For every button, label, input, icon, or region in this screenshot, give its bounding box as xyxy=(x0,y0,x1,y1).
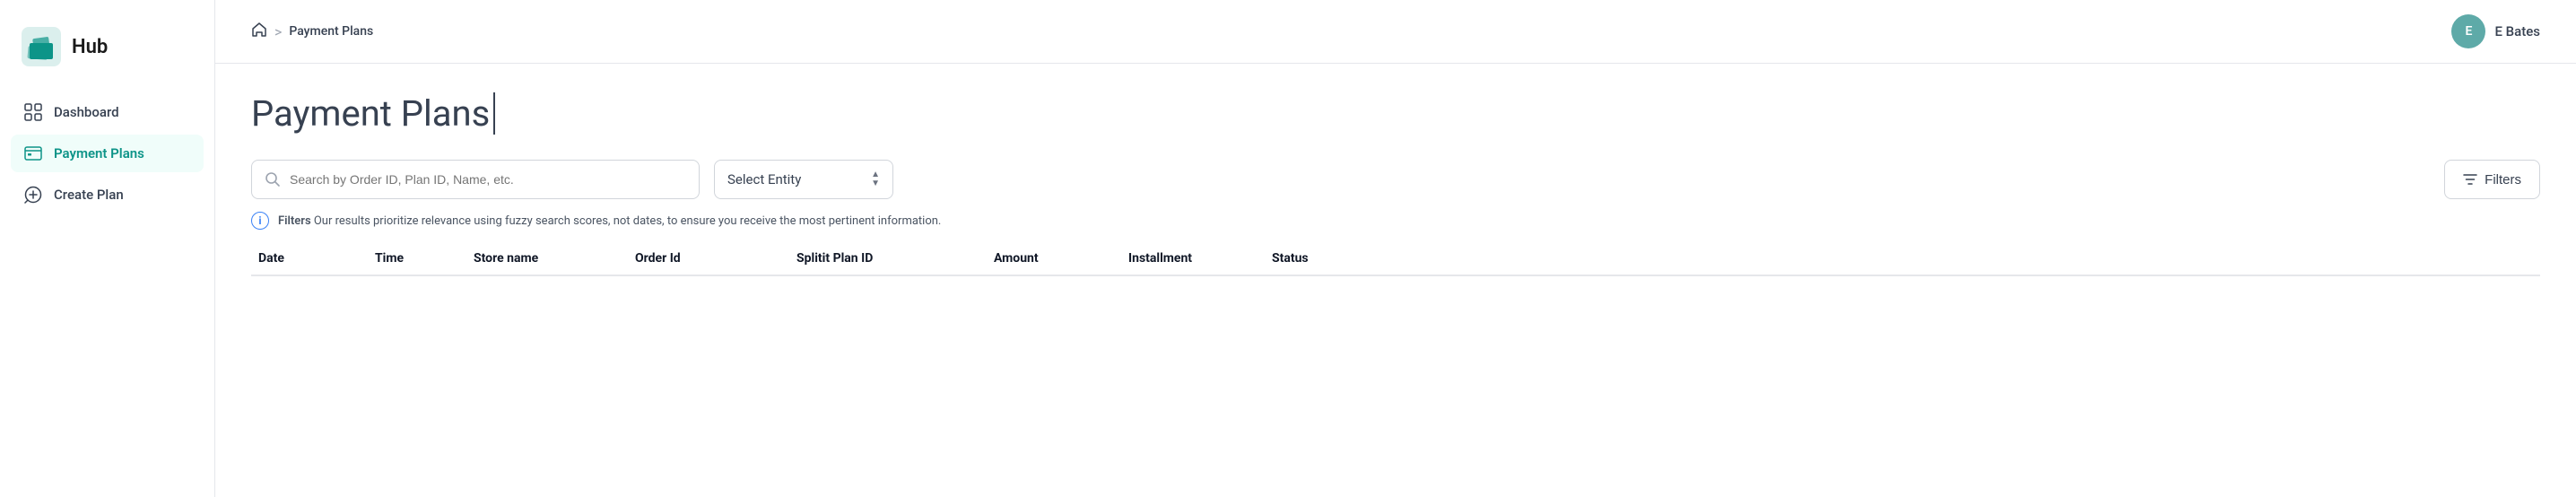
filters-button-label: Filters xyxy=(2485,172,2521,187)
filters-button[interactable]: Filters xyxy=(2444,160,2540,199)
breadcrumb-current: Payment Plans xyxy=(289,24,373,39)
topbar: > Payment Plans E E Bates xyxy=(215,0,2576,64)
th-splitit-plan-id: Splitit Plan ID xyxy=(789,251,987,266)
user-avatar: E xyxy=(2451,14,2485,48)
user-name: E Bates xyxy=(2494,23,2540,39)
th-order-id: Order Id xyxy=(628,251,789,266)
select-entity-label: Select Entity xyxy=(727,171,801,187)
th-status: Status xyxy=(1265,251,1372,266)
breadcrumb: > Payment Plans xyxy=(251,22,373,42)
sidebar-item-dashboard[interactable]: Dashboard xyxy=(11,93,204,131)
sidebar-nav: Dashboard Payment Plans xyxy=(0,93,214,214)
th-installment: Installment xyxy=(1121,251,1265,266)
chevron-updown-icon: ▲ ▼ xyxy=(871,170,880,188)
page-title: Payment Plans xyxy=(251,92,495,135)
search-input[interactable] xyxy=(290,172,686,187)
breadcrumb-separator: > xyxy=(274,23,282,40)
logo-text: Hub xyxy=(72,36,108,58)
th-store-name: Store name xyxy=(466,251,628,266)
search-icon xyxy=(265,171,281,187)
sidebar-item-payment-plans[interactable]: Payment Plans xyxy=(11,135,204,172)
create-plan-icon xyxy=(23,185,43,205)
sidebar-item-dashboard-label: Dashboard xyxy=(54,104,119,120)
table-header: Date Time Store name Order Id Splitit Pl… xyxy=(251,251,2540,276)
main-content: > Payment Plans E E Bates Payment Plans … xyxy=(215,0,2576,497)
select-entity-dropdown[interactable]: Select Entity ▲ ▼ xyxy=(714,160,893,199)
user-section[interactable]: E E Bates xyxy=(2451,14,2540,48)
filter-icon xyxy=(2463,172,2477,187)
dashboard-icon xyxy=(23,102,43,122)
info-bar: i Filters Our results prioritize relevan… xyxy=(251,212,2540,230)
th-time: Time xyxy=(368,251,466,266)
th-date: Date xyxy=(251,251,368,266)
sidebar-logo: Hub xyxy=(0,18,214,93)
payment-plans-icon xyxy=(23,144,43,163)
sidebar-item-create-plan-label: Create Plan xyxy=(54,187,124,203)
th-amount: Amount xyxy=(987,251,1121,266)
info-text: Filters Our results prioritize relevance… xyxy=(278,214,941,228)
info-icon: i xyxy=(251,212,269,230)
page-content: Payment Plans Select Entity ▲ ▼ xyxy=(215,64,2576,497)
home-icon[interactable] xyxy=(251,22,267,42)
hub-logo-icon xyxy=(22,27,61,66)
search-wrapper xyxy=(251,160,700,199)
sidebar: Hub Dashboard xyxy=(0,0,215,497)
sidebar-item-create-plan[interactable]: Create Plan xyxy=(11,176,204,214)
sidebar-item-payment-plans-label: Payment Plans xyxy=(54,145,144,161)
filters-row: Select Entity ▲ ▼ Filters xyxy=(251,160,2540,199)
